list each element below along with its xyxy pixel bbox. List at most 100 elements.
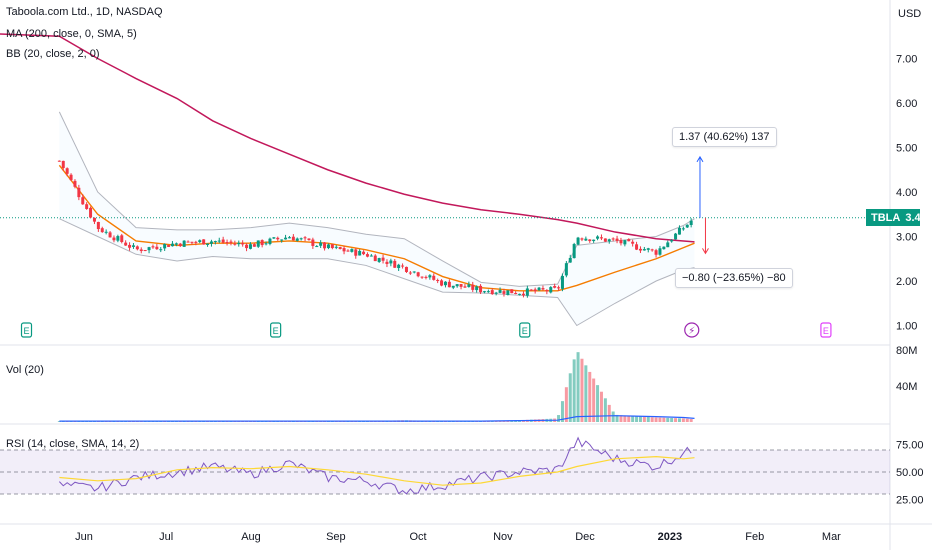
candle-body[interactable] [346,250,350,252]
candle-body[interactable] [447,281,451,288]
volume-bar[interactable] [599,391,603,422]
candle-body[interactable] [354,249,358,256]
candle-body[interactable] [681,228,685,230]
candle-body[interactable] [545,290,549,292]
candle-body[interactable] [206,243,210,245]
candle-body[interactable] [92,217,96,222]
volume-bar[interactable] [685,418,689,422]
candle-body[interactable] [233,243,237,245]
candle-body[interactable] [650,249,654,251]
candle-body[interactable] [408,272,412,274]
volume-bar[interactable] [646,416,650,422]
candle-body[interactable] [194,241,198,243]
candle-body[interactable] [276,237,280,240]
candle-body[interactable] [167,245,171,247]
candle-body[interactable] [584,238,588,241]
candle-body[interactable] [646,248,650,250]
candle-body[interactable] [397,264,401,269]
candle-body[interactable] [658,248,662,255]
candle-body[interactable] [209,241,213,244]
candle-body[interactable] [323,242,327,249]
candle-body[interactable] [186,241,190,243]
candle-body[interactable] [576,237,580,245]
candle-body[interactable] [237,242,241,245]
volume-bar[interactable] [576,352,580,422]
candle-body[interactable] [334,246,338,248]
candle-body[interactable] [670,240,674,242]
candle-body[interactable] [490,290,494,295]
candle-body[interactable] [619,240,623,244]
candle-body[interactable] [147,247,151,251]
candle-body[interactable] [607,239,611,242]
candle-body[interactable] [85,204,89,209]
volume-bar[interactable] [588,371,592,422]
measure-down-label[interactable]: −0.80 (−23.65%) −80 [675,268,793,288]
candle-body[interactable] [381,257,385,261]
volume-bar[interactable] [666,417,670,422]
candle-body[interactable] [307,238,311,241]
candle-body[interactable] [350,249,354,252]
candle-body[interactable] [677,227,681,235]
candle-body[interactable] [124,242,128,246]
candle-body[interactable] [65,168,69,174]
candle-body[interactable] [213,241,217,243]
ma-legend[interactable]: MA (200, close, 0, SMA, 5) [6,28,137,40]
volume-bar[interactable] [607,404,611,422]
candle-body[interactable] [369,255,373,257]
candle-body[interactable] [358,250,362,256]
volume-bar[interactable] [611,411,615,422]
candle-body[interactable] [424,276,428,278]
candle-body[interactable] [685,224,689,228]
candle-body[interactable] [280,239,284,241]
candle-body[interactable] [401,265,405,267]
candle-body[interactable] [588,239,592,242]
candle-body[interactable] [170,243,174,247]
candle-body[interactable] [287,237,291,239]
volume-bar[interactable] [642,416,646,422]
volume-bar[interactable] [568,373,572,422]
candle-body[interactable] [81,197,85,205]
candle-body[interactable] [174,243,178,245]
candle-body[interactable] [440,280,444,286]
candle-body[interactable] [475,286,479,291]
candle-body[interactable] [326,244,330,249]
candle-body[interactable] [315,246,319,248]
candle-body[interactable] [69,174,73,181]
candle-body[interactable] [362,251,366,255]
candle-body[interactable] [178,243,182,247]
candle-body[interactable] [592,239,596,242]
candle-body[interactable] [451,285,455,288]
candle-body[interactable] [159,249,163,251]
candle-body[interactable] [128,244,132,248]
candle-body[interactable] [486,291,490,293]
candle-body[interactable] [654,250,658,255]
candle-body[interactable] [163,244,167,249]
candle-body[interactable] [365,254,369,257]
candle-body[interactable] [510,289,514,294]
volume-bar[interactable] [603,398,607,422]
bb-legend[interactable]: BB (20, close, 2, 0) [6,48,100,60]
candle-body[interactable] [190,241,194,243]
candle-body[interactable] [135,246,139,250]
candle-body[interactable] [143,250,147,252]
candle-body[interactable] [412,271,416,273]
volume-bar[interactable] [572,359,576,422]
candle-body[interactable] [467,284,471,287]
current-price-badge[interactable]: TBLA 3.42 [866,209,927,226]
candle-body[interactable] [229,241,233,243]
candle-body[interactable] [272,237,276,239]
candle-body[interactable] [525,288,529,296]
candle-body[interactable] [100,228,104,233]
volume-bar[interactable] [689,419,693,422]
candle-body[interactable] [463,286,467,288]
volume-bar[interactable] [557,415,561,422]
candle-body[interactable] [245,244,249,249]
candle-body[interactable] [57,160,61,162]
candle-body[interactable] [108,232,112,238]
candle-body[interactable] [284,237,288,240]
candle-body[interactable] [638,248,642,251]
candle-body[interactable] [537,287,541,291]
candle-body[interactable] [596,236,600,239]
candle-body[interactable] [139,249,143,252]
candle-body[interactable] [373,255,377,262]
